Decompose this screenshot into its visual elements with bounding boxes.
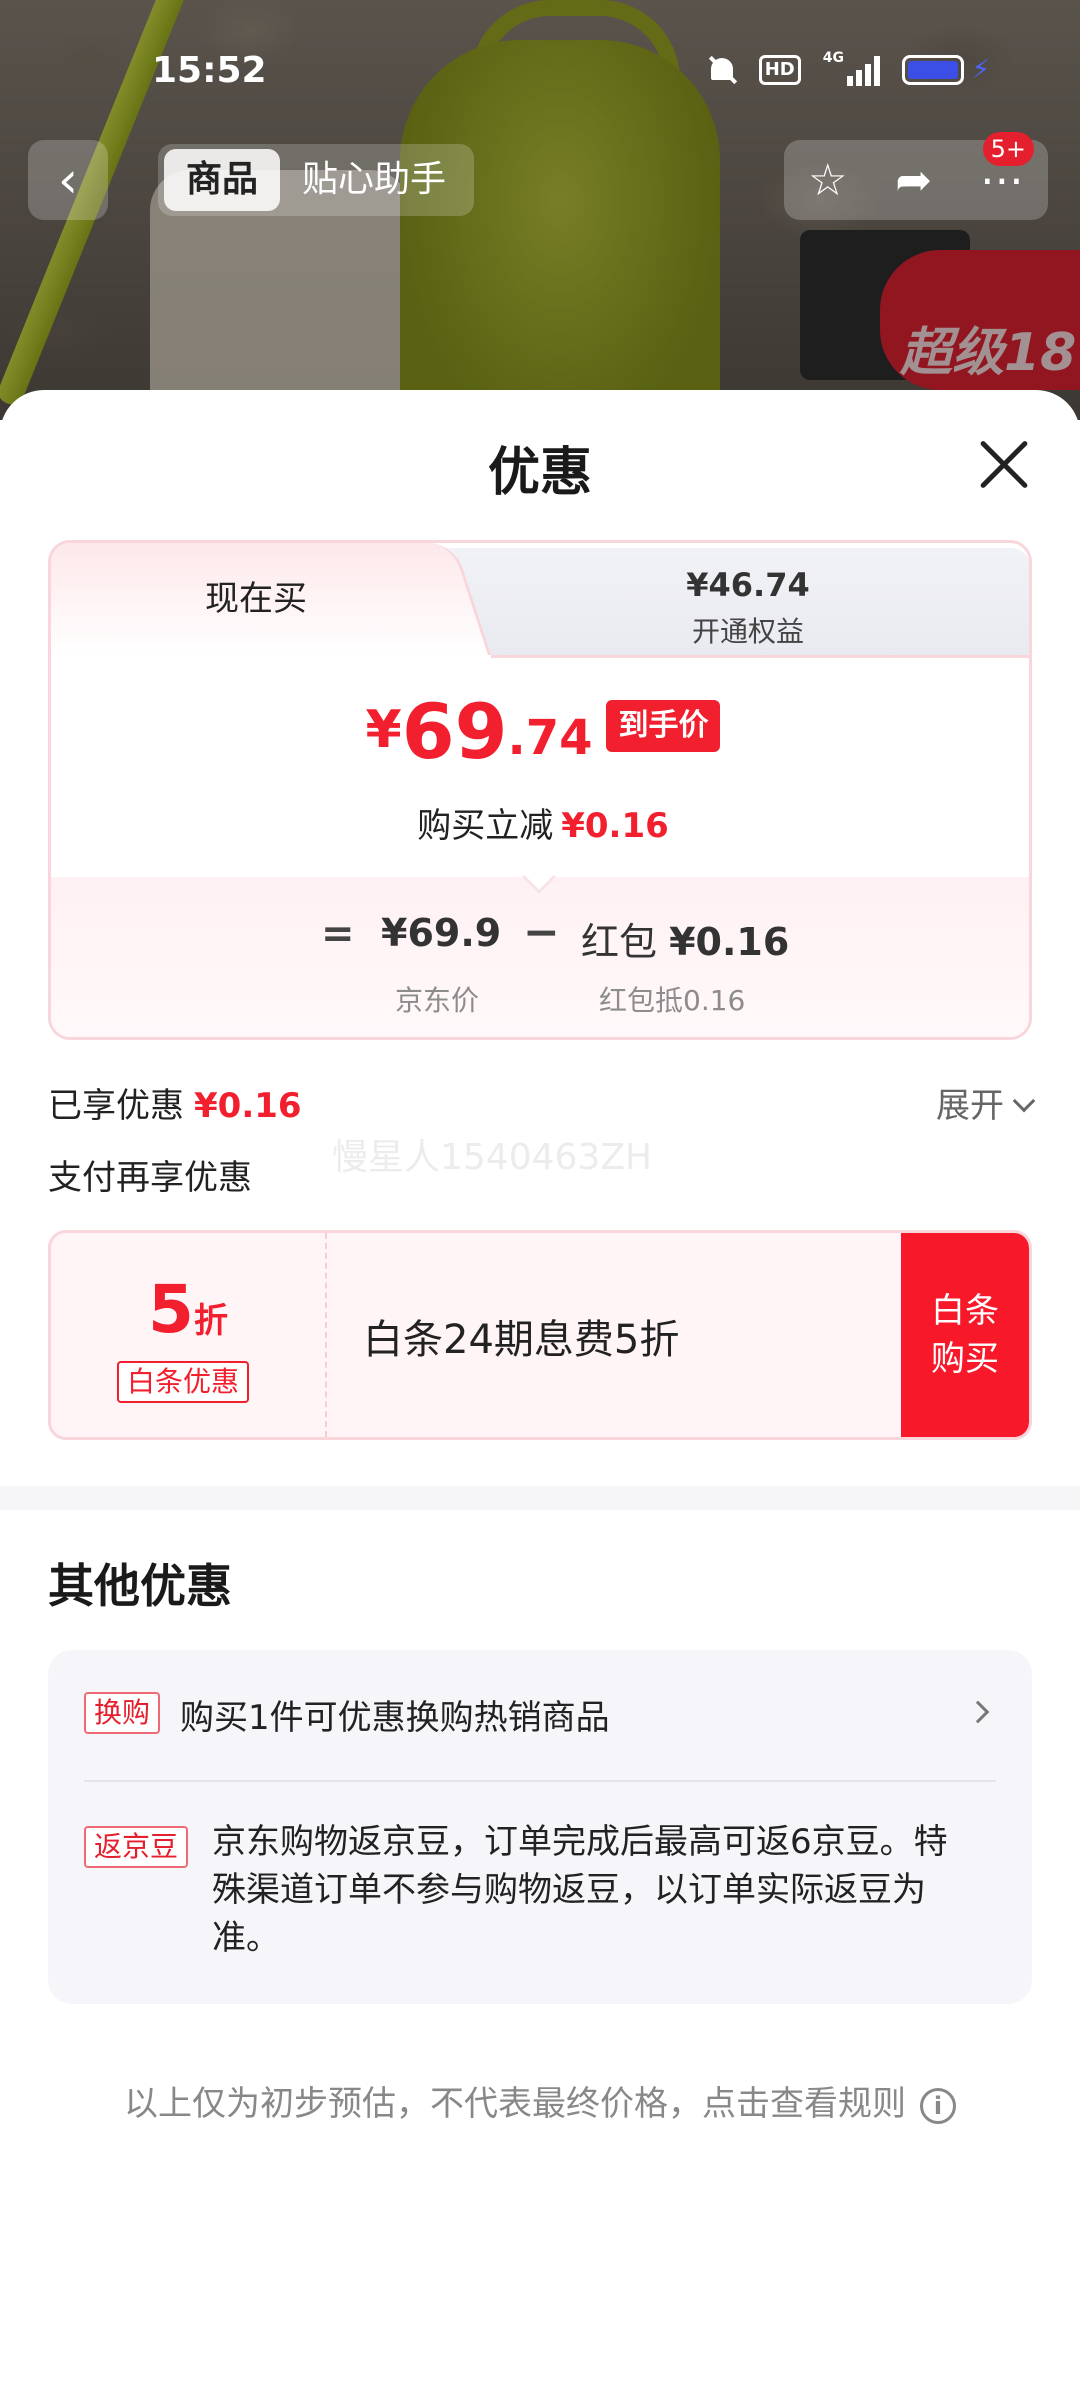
coupon-rate-panel: 5折 白条优惠: [51, 1233, 327, 1437]
enjoyed-discount: 已享优惠 ¥0.16: [48, 1078, 302, 1127]
close-icon[interactable]: [976, 436, 1032, 492]
exchange-tag: 换购: [84, 1692, 161, 1734]
equals-sign: =: [321, 911, 355, 957]
message-badge: 5+: [982, 132, 1034, 166]
other-discounts-card: 换购 购买1件可优惠换购热销商品 返京豆 京东购物返京豆，订单完成后最高可返6京…: [48, 1650, 1032, 2004]
charging-icon: ⚡: [971, 55, 990, 85]
nav-actions: ☆ ➦ ⋯ 5+: [784, 132, 1048, 220]
redpacket-deduction: 红包 ¥0.16: [581, 911, 789, 966]
bell-muted-icon: [707, 54, 737, 86]
coupon-tag: 白条优惠: [117, 1361, 250, 1403]
minus-sign: −: [523, 907, 560, 958]
tab-product[interactable]: 商品: [164, 149, 281, 211]
instant-discount-amount: ¥0.16: [561, 806, 669, 846]
battery-icon: [901, 55, 964, 85]
chevron-down-icon: [1012, 1089, 1036, 1113]
coupon-rate-number: 5: [148, 1271, 194, 1348]
price-card: ¥46.74 开通权益 ¥ 69 .74 到手价 购买立减 ¥0.16 = ¥69…: [48, 540, 1032, 1040]
chevron-right-icon: [966, 1700, 990, 1724]
status-icons: HD 4G ⚡: [707, 50, 990, 86]
redpacket-amount: ¥0.16: [669, 920, 790, 964]
item-divider: [84, 1780, 996, 1782]
base-price-caption: 京东价: [395, 984, 480, 1017]
final-price-integer: 69: [401, 687, 508, 776]
share-icon[interactable]: ➦: [895, 155, 932, 206]
disclaimer-text: 以上仅为初步预估，不代表最终价格，点击查看规则: [124, 2084, 906, 2124]
status-bar: 15:52 HD 4G ⚡: [0, 40, 1080, 100]
other-discounts-title: 其他优惠: [48, 1559, 232, 1613]
sheet-title: 优惠: [487, 443, 592, 503]
disclaimer[interactable]: 以上仅为初步预估，不代表最终价格，点击查看规则 i: [0, 2076, 1080, 2125]
instant-discount-label: 购买立减: [417, 806, 554, 846]
final-price-tag: 到手价: [606, 700, 721, 752]
instant-discount: 购买立减 ¥0.16: [51, 798, 1029, 847]
base-price: ¥69.9: [381, 911, 502, 955]
info-icon[interactable]: i: [920, 2087, 956, 2124]
status-time: 15:52: [152, 50, 267, 91]
tab-assistant[interactable]: 贴心助手: [280, 149, 468, 211]
coupon-rate: 5折: [51, 1271, 325, 1348]
coupon-rate-unit: 折: [193, 1301, 228, 1341]
discount-sheet: 优惠 ¥46.74 开通权益 ¥ 69 .74 到手价 购买立减¥0.16 =: [0, 390, 1080, 2400]
hd-icon: HD: [758, 55, 801, 85]
baitiao-buy-button[interactable]: 白条 购买: [901, 1233, 1029, 1437]
nav-tabs: 商品 贴心助手: [158, 144, 475, 216]
enjoyed-amount: ¥0.16: [194, 1086, 302, 1126]
jingdou-text: 京东购物返京豆，订单完成后最高可返6京豆。特殊渠道订单不参与购物返豆，以订单实际…: [212, 1822, 948, 1958]
star-icon[interactable]: ☆: [808, 155, 847, 206]
exchange-text: 购买1件可优惠换购热销商品: [180, 1698, 610, 1738]
baitiao-buy-line1: 白条: [931, 1291, 999, 1331]
product-nav-bar: ‹ 商品 贴心助手 ☆ ➦ ⋯ 5+: [0, 132, 1080, 220]
back-arrow-icon[interactable]: ‹: [28, 140, 108, 220]
coupon-description: 白条24期息费5折: [363, 1317, 680, 1363]
pay-more-title: 支付再享优惠: [48, 1158, 252, 1198]
jingdou-tag: 返京豆: [84, 1826, 189, 1868]
redpacket-label: 红包: [581, 920, 658, 964]
price-breakdown: = ¥69.9 − 红包 ¥0.16 京东价 红包抵0.16: [51, 877, 1029, 1037]
network-type: 4G: [822, 50, 844, 66]
final-price-currency: ¥: [365, 700, 402, 760]
section-divider: [0, 1486, 1080, 1510]
baitiao-coupon: 5折 白条优惠 白条24期息费5折 白条购买: [48, 1230, 1032, 1440]
redpacket-caption: 红包抵0.16: [599, 984, 746, 1017]
enjoyed-label: 已享优惠: [48, 1086, 184, 1126]
expand-label: 展开: [936, 1086, 1004, 1126]
expand-button[interactable]: 展开: [936, 1078, 1036, 1127]
final-price-decimal: .74: [507, 710, 593, 766]
tab-buy-now[interactable]: 现在买: [51, 543, 461, 655]
final-price: ¥ 69 .74 到手价: [51, 687, 1029, 776]
watermark: 慢星人1540463ZH: [332, 1137, 653, 1178]
baitiao-buy-line2: 购买: [931, 1339, 999, 1379]
price-summary: ¥ 69 .74 到手价 购买立减 ¥0.16: [51, 655, 1029, 877]
signal-icon: 4G: [823, 50, 880, 86]
list-item-exchange[interactable]: 换购 购买1件可优惠换购热销商品: [84, 1680, 996, 1750]
price-card-body: ¥ 69 .74 到手价 购买立减 ¥0.16 = ¥69.9 − 红包 ¥0.1…: [48, 540, 1032, 1040]
